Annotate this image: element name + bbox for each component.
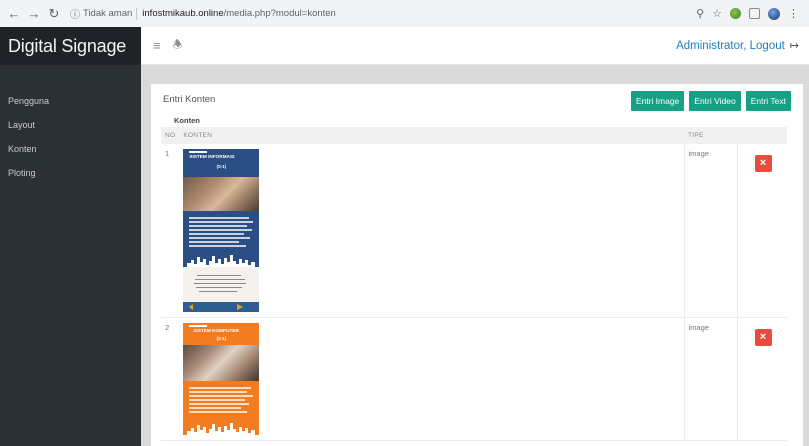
table-header-row: NO KONTEN TIPE [161, 127, 787, 144]
kebab-menu-icon[interactable]: ⋮ [788, 7, 799, 20]
entri-text-button[interactable]: Entri Text [745, 91, 791, 111]
row-actions: × [736, 317, 787, 441]
poster-header: SISTEM KOMPUTER (S-1) [183, 323, 260, 345]
delete-button[interactable]: × [754, 155, 772, 172]
app-header: Digital Signage ≡ 🕭 Administrator, Logou… [0, 27, 809, 65]
table-row: 2 SISTEM KOMPUTER (S-1) image × [161, 317, 787, 441]
poster-body [183, 211, 260, 267]
row-content: SISTEM INFORMASI (S-1) [179, 144, 684, 318]
poster-title: SISTEM KOMPUTER [193, 328, 239, 333]
poster-text-line [189, 387, 252, 389]
poster-body [183, 381, 260, 435]
poster-footer-line [195, 279, 246, 280]
poster-text-line [189, 225, 248, 227]
entry-button-group: Entri Image Entri Video Entri Text [630, 91, 791, 111]
header-konten: KONTEN [179, 127, 684, 144]
sidebar-item-pengguna[interactable]: Pengguna [0, 89, 141, 113]
entri-video-button[interactable]: Entri Video [689, 91, 741, 111]
extension-icon[interactable] [730, 8, 741, 19]
user-logout-link[interactable]: Administrator, Logout ↦ [676, 39, 799, 53]
browser-actions: ⚲ ☆ ⋮ [696, 7, 803, 20]
sidebar-item-konten[interactable]: Konten [0, 137, 141, 161]
hamburger-menu-icon[interactable]: ≡ [153, 38, 161, 53]
poster-footer-text [191, 273, 251, 295]
poster-bottom-bar [183, 302, 260, 312]
poster-stripe [189, 325, 208, 327]
address-bar[interactable]: ⓘ Tidak aman infostmikaub.online/media.p… [70, 4, 696, 23]
table-caption: Konten [174, 116, 200, 125]
url-path: /media.php?modul=konten [223, 8, 336, 19]
poster-photo [183, 345, 260, 381]
info-icon[interactable]: ⓘ [70, 6, 80, 21]
profile-avatar-icon[interactable] [768, 7, 780, 20]
poster-subtitle: (S-1) [216, 336, 227, 341]
security-label: Tidak aman [83, 8, 133, 19]
table-row: 1 SISTEM INFORMASI (S-1) image × [161, 144, 787, 318]
poster-stripe [189, 151, 208, 153]
poster-left-arrow-icon [189, 304, 194, 310]
delete-button[interactable]: × [754, 329, 772, 346]
logout-icon: ↦ [789, 40, 799, 52]
poster-text-line [189, 241, 240, 243]
poster-text-line [189, 407, 242, 409]
poster-text-line [189, 403, 250, 405]
poster-footer-line [197, 275, 242, 276]
star-icon[interactable]: ☆ [712, 7, 722, 20]
poster-footer-line [196, 287, 243, 288]
poster-text-line [189, 245, 247, 247]
header-action [737, 127, 787, 144]
poster-footer-line [194, 283, 247, 284]
row-number: 1 [161, 144, 180, 318]
row-tipe: image [683, 317, 737, 441]
poster-footer-line [199, 291, 238, 292]
row-number: 2 [161, 317, 180, 441]
poster-thumbnail[interactable]: SISTEM KOMPUTER (S-1) [183, 323, 260, 435]
bell-icon[interactable]: 🕭 [173, 36, 183, 55]
poster-text-line [189, 395, 254, 397]
row-actions: × [736, 144, 787, 318]
row-tipe: image [683, 144, 737, 318]
panel-title: Entri Konten [163, 94, 216, 105]
poster-text-line [189, 411, 248, 413]
skyline-graphic [187, 255, 256, 267]
browser-toolbar: ← → ↻ ⓘ Tidak aman infostmikaub.online/m… [0, 0, 809, 27]
header-no: NO [161, 127, 180, 144]
content-table: NO KONTEN TIPE 1 SISTEM INFORMASI (S-1) … [161, 127, 787, 441]
poster-title: SISTEM INFORMASI [189, 154, 235, 159]
skyline-graphic [187, 423, 256, 435]
forward-arrow-icon[interactable]: → [26, 6, 42, 22]
poster-photo [183, 177, 260, 211]
address-divider [136, 7, 138, 20]
row-content: SISTEM KOMPUTER (S-1) [179, 317, 684, 441]
poster-right-arrow-icon [237, 304, 244, 310]
poster-text-line [189, 221, 254, 223]
sidebar: Pengguna Layout Konten Ploting [0, 65, 141, 446]
sidebar-item-ploting[interactable]: Ploting [0, 161, 141, 185]
poster-header: SISTEM INFORMASI (S-1) [183, 149, 260, 177]
poster-text-line [189, 391, 248, 393]
poster-thumbnail[interactable]: SISTEM INFORMASI (S-1) [183, 149, 260, 312]
poster-text-line [189, 237, 251, 239]
poster-text-line [189, 399, 246, 401]
poster-text-line [189, 217, 250, 219]
poster-subtitle: (S-1) [216, 164, 227, 169]
reload-icon[interactable]: ↻ [46, 6, 62, 22]
brand-title[interactable]: Digital Signage [0, 27, 141, 65]
entri-image-button[interactable]: Entri Image [630, 91, 685, 111]
poster-text-line [189, 233, 245, 235]
top-navbar: ≡ 🕭 Administrator, Logout ↦ [141, 27, 809, 65]
main-content: Entri Konten Entri Image Entri Video Ent… [141, 65, 809, 446]
back-arrow-icon[interactable]: ← [6, 6, 22, 22]
reading-list-icon[interactable] [749, 8, 760, 19]
zoom-icon[interactable]: ⚲ [696, 7, 704, 20]
sidebar-item-layout[interactable]: Layout [0, 113, 141, 137]
poster-text-line [189, 229, 253, 231]
url-host: infostmikaub.online [142, 8, 224, 19]
content-panel: Entri Konten Entri Image Entri Video Ent… [151, 84, 803, 446]
user-logout-label: Administrator, Logout [676, 39, 785, 52]
header-tipe: TIPE [684, 127, 737, 144]
